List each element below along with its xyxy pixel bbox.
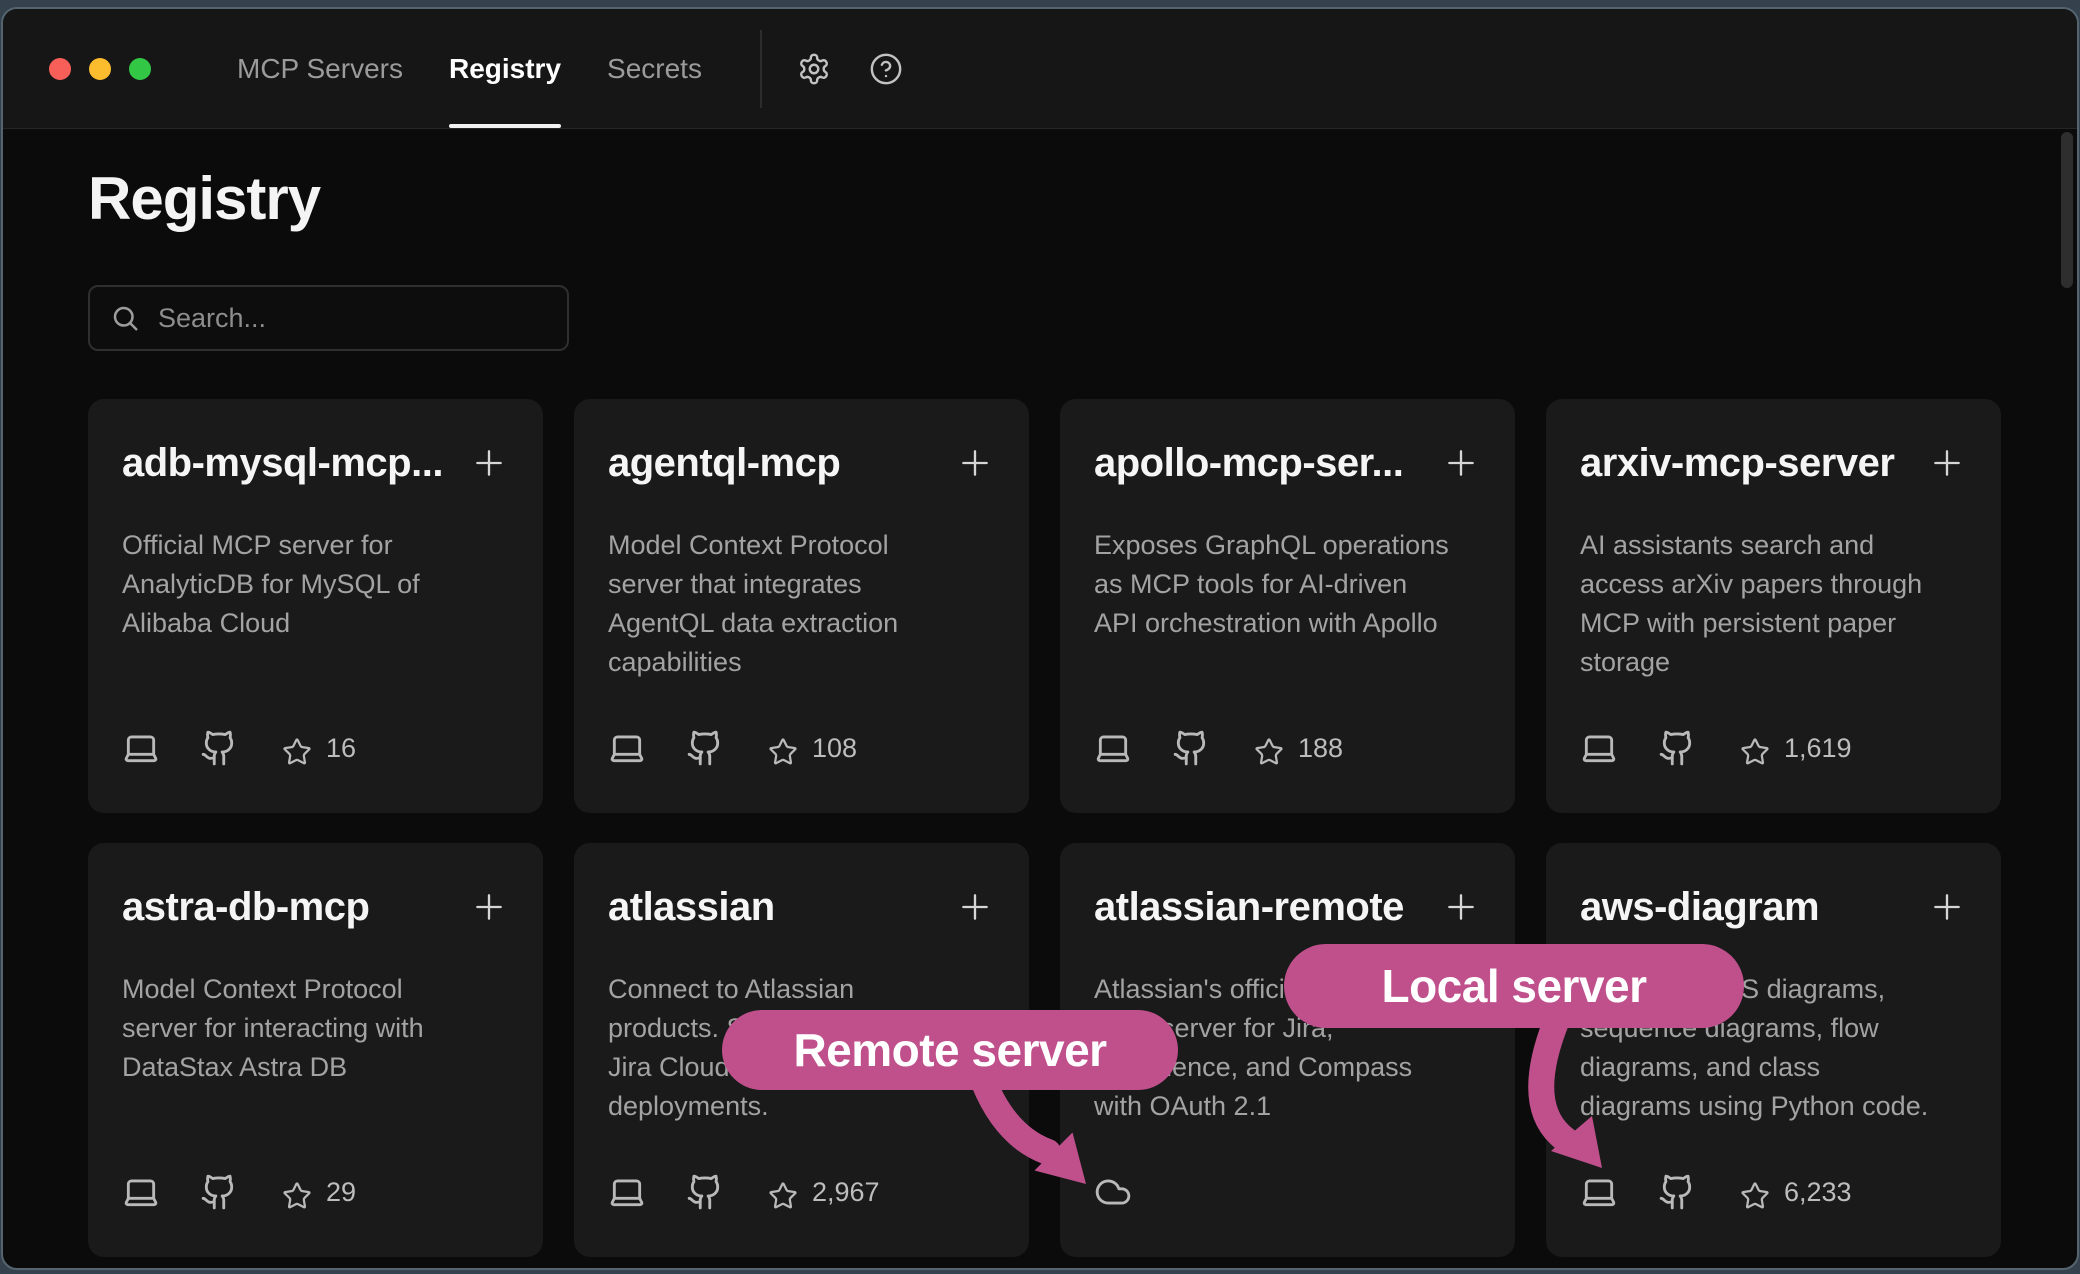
plus-icon <box>955 887 995 927</box>
server-name: atlassian <box>608 885 945 930</box>
plus-icon <box>1927 887 1967 927</box>
zoom-button[interactable] <box>129 58 151 80</box>
add-server-button[interactable] <box>955 443 995 483</box>
plus-icon <box>1441 443 1481 483</box>
star-count: 6,233 <box>1784 1177 1852 1208</box>
server-card-astra-db-mcp[interactable]: astra-db-mcp Model Context Protocol serv… <box>88 843 543 1257</box>
star-icon <box>1254 733 1284 763</box>
laptop-icon <box>1580 729 1618 767</box>
server-description: Official MCP server for AnalyticDB for M… <box>122 526 509 643</box>
star-icon <box>282 733 312 763</box>
app-window: MCP Servers Registry Secrets Registry <box>1 7 2079 1270</box>
star-icon <box>768 733 798 763</box>
laptop-icon <box>608 1173 646 1211</box>
search-box <box>88 285 569 351</box>
server-name: agentql-mcp <box>608 441 945 486</box>
registry-grid: adb-mysql-mcp... Official MCP server for… <box>88 399 2001 1257</box>
plus-icon <box>955 443 995 483</box>
server-card-arxiv-mcp-server[interactable]: arxiv-mcp-server AI assistants search an… <box>1546 399 2001 813</box>
server-description: Connect to Atlassian products. Supports … <box>608 970 995 1126</box>
github-icon <box>1658 729 1696 767</box>
server-meta: 2,967 <box>608 1173 995 1211</box>
cloud-icon <box>1094 1173 1132 1211</box>
laptop-icon <box>608 729 646 767</box>
server-name: arxiv-mcp-server <box>1580 441 1917 486</box>
add-server-button[interactable] <box>955 887 995 927</box>
laptop-icon <box>1094 729 1132 767</box>
tab-mcp-servers[interactable]: MCP Servers <box>237 9 403 128</box>
server-card-aws-diagram[interactable]: aws-diagram Generate AWS diagrams, seque… <box>1546 843 2001 1257</box>
server-name: apollo-mcp-ser... <box>1094 441 1431 486</box>
search-input[interactable] <box>158 303 547 334</box>
github-icon <box>200 1173 238 1211</box>
settings-button[interactable] <box>794 49 834 89</box>
server-name: atlassian-remote <box>1094 885 1431 930</box>
star-icon <box>1740 1177 1770 1207</box>
star-icon <box>1740 733 1770 763</box>
tab-registry[interactable]: Registry <box>449 9 561 128</box>
gear-icon <box>797 52 831 86</box>
server-name: aws-diagram <box>1580 885 1917 930</box>
github-icon <box>200 729 238 767</box>
server-name: astra-db-mcp <box>122 885 459 930</box>
help-button[interactable] <box>866 49 906 89</box>
star-count: 29 <box>326 1177 356 1208</box>
laptop-icon <box>1580 1173 1618 1211</box>
plus-icon <box>469 443 509 483</box>
star-count: 188 <box>1298 733 1343 764</box>
star-count: 108 <box>812 733 857 764</box>
server-card-atlassian-remote[interactable]: atlassian-remote Atlassian's official MC… <box>1060 843 1515 1257</box>
add-server-button[interactable] <box>1927 443 1967 483</box>
server-description: Exposes GraphQL operations as MCP tools … <box>1094 526 1481 643</box>
star-count: 2,967 <box>812 1177 880 1208</box>
server-card-adb-mysql-mcp[interactable]: adb-mysql-mcp... Official MCP server for… <box>88 399 543 813</box>
minimize-button[interactable] <box>89 58 111 80</box>
tab-secrets[interactable]: Secrets <box>607 9 702 128</box>
server-meta: 16 <box>122 729 509 767</box>
star-count: 16 <box>326 733 356 764</box>
star-icon <box>768 1177 798 1207</box>
server-card-apollo-mcp-server[interactable]: apollo-mcp-ser... Exposes GraphQL operat… <box>1060 399 1515 813</box>
github-icon <box>686 1173 724 1211</box>
add-server-button[interactable] <box>469 887 509 927</box>
server-meta: 188 <box>1094 729 1481 767</box>
add-server-button[interactable] <box>1441 887 1481 927</box>
add-server-button[interactable] <box>1927 887 1967 927</box>
help-icon <box>869 52 903 86</box>
server-meta <box>1094 1173 1481 1211</box>
server-card-atlassian[interactable]: atlassian Connect to Atlassian products.… <box>574 843 1029 1257</box>
server-description: AI assistants search and access arXiv pa… <box>1580 526 1967 682</box>
titlebar: MCP Servers Registry Secrets <box>3 9 2077 129</box>
main-tabs: MCP Servers Registry Secrets <box>237 9 748 128</box>
server-description: Generate AWS diagrams, sequence diagrams… <box>1580 970 1967 1126</box>
traffic-lights <box>49 9 151 128</box>
github-icon <box>1658 1173 1696 1211</box>
server-description: Model Context Protocol server for intera… <box>122 970 509 1087</box>
server-meta: 29 <box>122 1173 509 1211</box>
search-icon <box>110 303 140 333</box>
close-button[interactable] <box>49 58 71 80</box>
server-meta: 6,233 <box>1580 1173 1967 1211</box>
toolbar-divider <box>760 30 762 108</box>
laptop-icon <box>122 729 160 767</box>
server-card-agentql-mcp[interactable]: agentql-mcp Model Context Protocol serve… <box>574 399 1029 813</box>
star-icon <box>282 1177 312 1207</box>
server-meta: 108 <box>608 729 995 767</box>
add-server-button[interactable] <box>1441 443 1481 483</box>
server-name: adb-mysql-mcp... <box>122 441 459 486</box>
server-meta: 1,619 <box>1580 729 1967 767</box>
plus-icon <box>1927 443 1967 483</box>
plus-icon <box>469 887 509 927</box>
add-server-button[interactable] <box>469 443 509 483</box>
server-description: Atlassian's official MCP server for Jira… <box>1094 970 1481 1126</box>
vertical-scrollbar[interactable] <box>2061 132 2073 288</box>
star-count: 1,619 <box>1784 733 1852 764</box>
server-description: Model Context Protocol server that integ… <box>608 526 995 682</box>
plus-icon <box>1441 887 1481 927</box>
github-icon <box>1172 729 1210 767</box>
page-title: Registry <box>88 164 320 233</box>
laptop-icon <box>122 1173 160 1211</box>
github-icon <box>686 729 724 767</box>
